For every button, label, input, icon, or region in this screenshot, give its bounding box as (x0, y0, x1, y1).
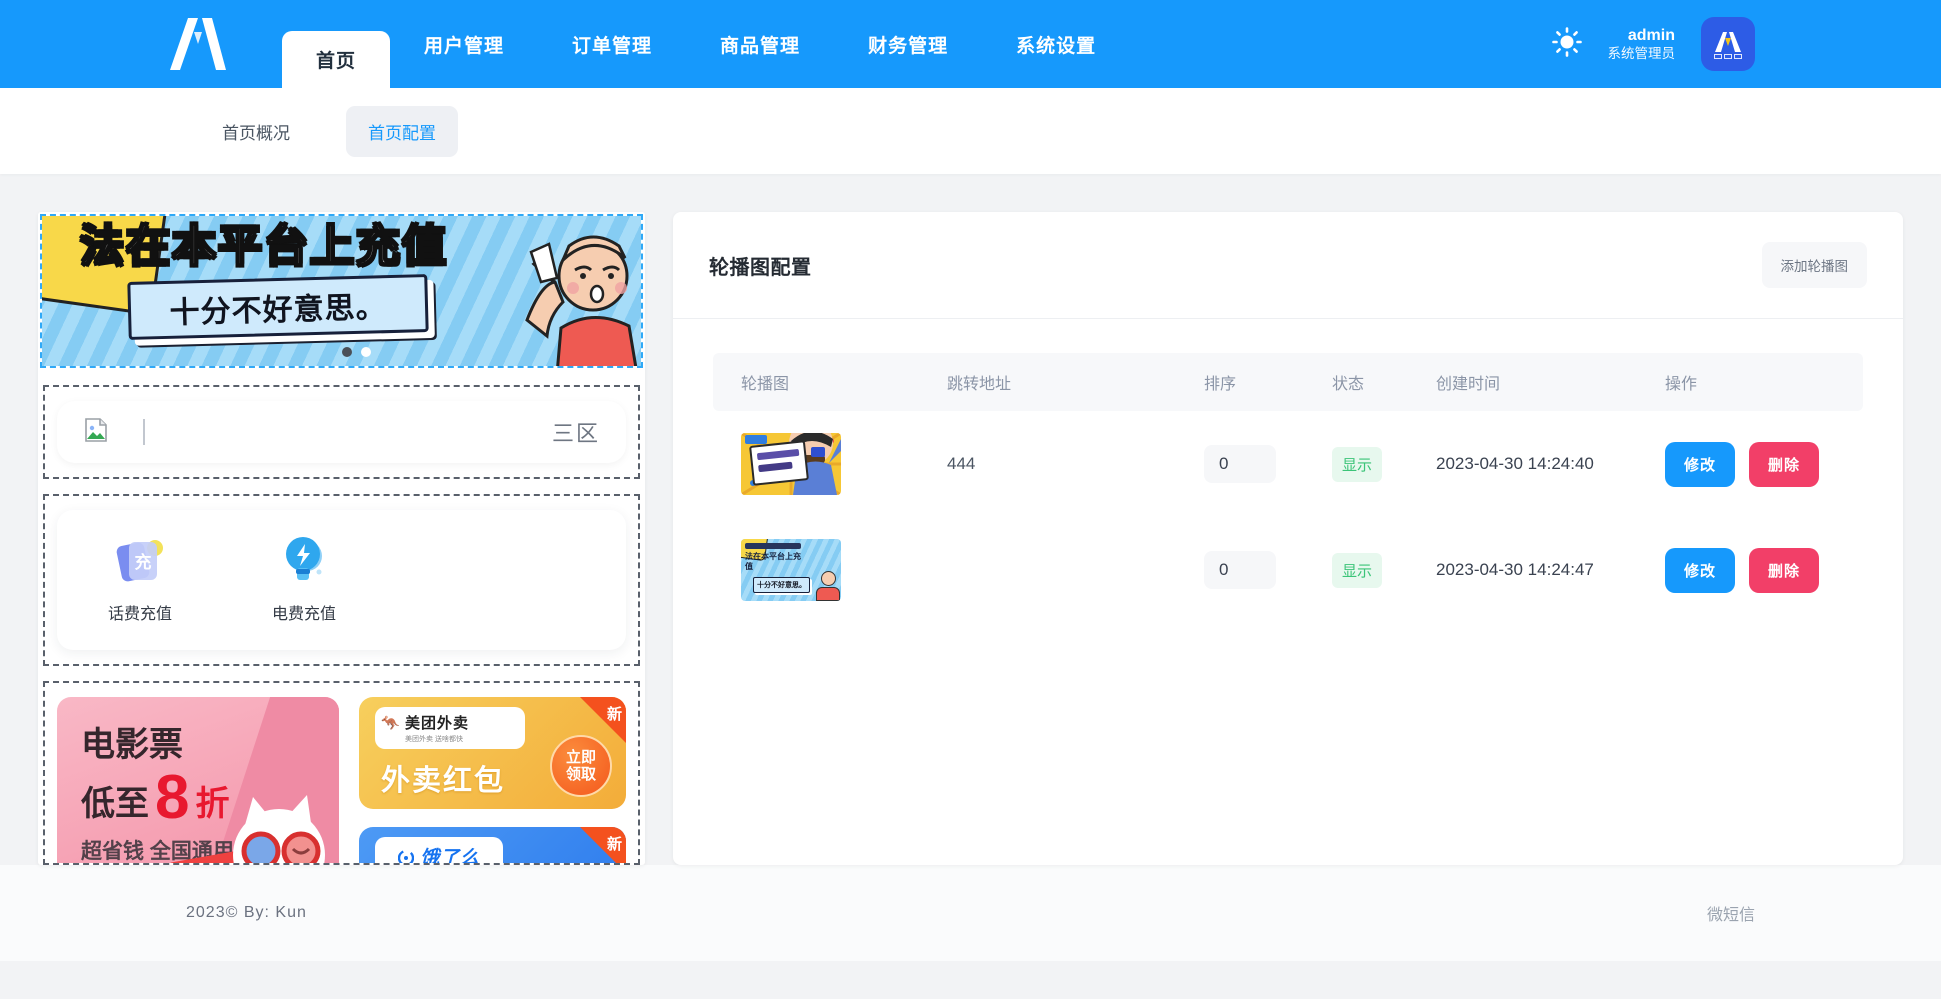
carousel-dot[interactable] (361, 347, 371, 357)
col-header-created: 创建时间 (1436, 370, 1665, 394)
status-badge: 显示 (1332, 447, 1382, 482)
sort-input[interactable]: 0 (1204, 551, 1276, 589)
edit-button[interactable]: 修改 (1665, 548, 1735, 593)
promo-card-movie[interactable]: 电影票 低至 8 折 超省钱 全国通用 (57, 697, 339, 865)
delete-button[interactable]: 删除 (1749, 442, 1819, 487)
new-badge: 新 (580, 697, 626, 743)
copyright-text: 2023© By: Kun (186, 904, 307, 922)
promo-card-meituan[interactable]: 🦘 美团外卖 美团外卖 送啥都快 外卖红包 立即 领取 新 (359, 697, 626, 809)
col-header-link: 跳转地址 (947, 370, 1204, 394)
user-info[interactable]: admin 系统管理员 (1608, 26, 1676, 63)
top-header: 首页 用户管理 订单管理 商品管理 财务管理 系统设置 admin 系统管理员 (0, 0, 1941, 88)
cell-link: 444 (947, 454, 1204, 474)
avatar-mini-text (1714, 54, 1742, 59)
phone-recharge-icon: 充 (111, 532, 169, 590)
user-name: admin (1608, 26, 1676, 46)
delete-button[interactable]: 删除 (1749, 548, 1819, 593)
quick-item-electric-recharge[interactable]: 电费充值 (265, 532, 343, 624)
status-badge: 显示 (1332, 553, 1382, 588)
table-row: 法在本平台上充值 十分不好意思。 0 显示 2023-04-30 14:24:4… (713, 517, 1863, 623)
text-caret (143, 419, 145, 445)
electric-recharge-icon (275, 532, 333, 590)
search-edit-section[interactable]: 三区 (43, 385, 640, 479)
nav-tab-products[interactable]: 商品管理 (686, 0, 834, 88)
meituan-logo: 🦘 美团外卖 美团外卖 送啥都快 (375, 707, 525, 749)
carousel-thumbnail-1[interactable] (741, 433, 841, 495)
carousel-config-panel: 轮播图配置 添加轮播图 轮播图 跳转地址 排序 状态 创建时间 操作 (673, 212, 1903, 865)
promo-edit-section[interactable]: 电影票 低至 8 折 超省钱 全国通用 (43, 681, 640, 865)
subnav-item-overview[interactable]: 首页概况 (200, 106, 312, 157)
promo-card-eleme[interactable]: 饿了么 新 (359, 827, 626, 865)
nav-tab-users[interactable]: 用户管理 (390, 0, 538, 88)
col-header-status: 状态 (1332, 370, 1436, 394)
new-badge: 新 (580, 827, 626, 865)
brand-logo-icon[interactable] (160, 0, 240, 88)
cell-created-time: 2023-04-30 14:24:47 (1436, 560, 1665, 580)
subnav-item-config[interactable]: 首页配置 (346, 106, 458, 157)
quick-icons-edit-section[interactable]: 充 话费充值 电费充值 (43, 494, 640, 666)
quick-icons-card: 充 话费充值 电费充值 (57, 510, 626, 650)
sub-nav: 首页概况 首页配置 (0, 88, 1941, 174)
carousel-thumbnail-2[interactable]: 法在本平台上充值 十分不好意思。 (741, 539, 841, 601)
theme-sun-icon[interactable] (1552, 27, 1582, 62)
quick-item-label: 话费充值 (108, 600, 172, 624)
table-row: 444 0 显示 2023-04-30 14:24:40 修改 删除 (713, 411, 1863, 517)
phone-preview-panel: 法在本平台上充值 十分不好意思。 (38, 212, 645, 865)
claim-now-button[interactable]: 立即 领取 (550, 735, 612, 797)
search-right-label: 三区 (552, 416, 600, 448)
carousel-dot-active[interactable] (342, 347, 352, 357)
avatar[interactable] (1701, 17, 1755, 71)
nav-tab-settings[interactable]: 系统设置 (982, 0, 1130, 88)
broken-image-icon (83, 417, 109, 448)
edit-button[interactable]: 修改 (1665, 442, 1735, 487)
carousel-table: 轮播图 跳转地址 排序 状态 创建时间 操作 (673, 319, 1903, 623)
panel-title: 轮播图配置 (709, 251, 812, 280)
quick-item-label: 电费充值 (272, 600, 336, 624)
nav-tab-orders[interactable]: 订单管理 (538, 0, 686, 88)
main-nav: 首页 用户管理 订单管理 商品管理 财务管理 系统设置 (282, 0, 1130, 88)
search-bar[interactable]: 三区 (57, 401, 626, 463)
col-header-image: 轮播图 (741, 370, 947, 394)
svg-text:充: 充 (135, 552, 152, 572)
footer: 2023© By: Kun 微短信 (0, 865, 1941, 961)
table-header-row: 轮播图 跳转地址 排序 状态 创建时间 操作 (713, 353, 1863, 411)
footer-link[interactable]: 微短信 (1707, 901, 1755, 925)
banner-text-line1: 法在本平台上充值 (80, 216, 448, 274)
col-header-sort: 排序 (1204, 370, 1332, 394)
quick-item-phone-recharge[interactable]: 充 话费充值 (101, 532, 179, 624)
add-carousel-button[interactable]: 添加轮播图 (1762, 242, 1868, 288)
sort-input[interactable]: 0 (1204, 445, 1276, 483)
nav-tab-home[interactable]: 首页 (282, 31, 390, 88)
eleme-logo: 饿了么 (375, 837, 503, 865)
kangaroo-icon: 🦘 (381, 714, 400, 732)
cell-created-time: 2023-04-30 14:24:40 (1436, 454, 1665, 474)
banner-text-card: 十分不好意思。 (127, 274, 428, 340)
carousel-banner-image[interactable]: 法在本平台上充值 十分不好意思。 (42, 216, 641, 366)
banner-edit-section[interactable]: 法在本平台上充值 十分不好意思。 (40, 214, 643, 368)
promo-movie-title: 电影票 (81, 717, 339, 766)
carousel-dots[interactable] (342, 347, 371, 357)
promo-movie-cat-illustration (161, 785, 339, 865)
user-role: 系统管理员 (1608, 46, 1676, 63)
nav-tab-finance[interactable]: 财务管理 (834, 0, 982, 88)
banner-cartoon-person (497, 224, 641, 366)
col-header-actions: 操作 (1665, 370, 1835, 394)
